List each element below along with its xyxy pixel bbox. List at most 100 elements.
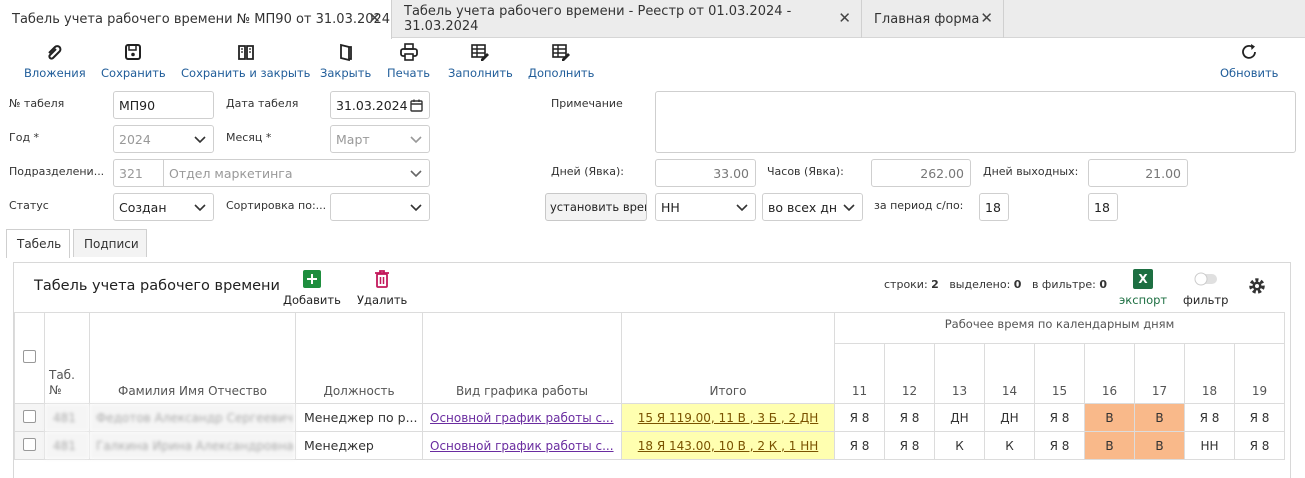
sort-select[interactable] [330,193,430,221]
schedule-cell: Основной график работы с... [422,431,622,460]
save-button[interactable]: Сохранить [101,42,166,80]
table-row[interactable]: 481 Галкина Ирина Александровна Менеджер Ос… [14,431,1285,460]
tab-signatures[interactable]: Подписи [73,229,147,257]
number-label: № табеля [9,97,65,110]
note-field[interactable] [655,91,1296,153]
col-header-day[interactable]: 14 [984,343,1035,404]
number-field[interactable]: МП90 [113,91,214,119]
tab-main-form[interactable]: Главная форма ✕ [862,0,1004,38]
day-cell[interactable]: Я 8 [884,403,935,432]
number-value: МП90 [119,97,156,113]
export-button[interactable]: X экспорт [1119,269,1167,307]
col-header-day[interactable]: 16 [1084,343,1135,404]
toolbar: Вложения Сохранить Сохранить и закрыть З… [0,38,1305,86]
total-link[interactable]: 18 Я 143.00, 10 В , 2 К , 1 НН [638,439,819,453]
close-button[interactable]: Закрыть [320,42,371,80]
day-cell[interactable]: НН [1184,431,1235,460]
col-header-total[interactable]: Итого [621,312,835,404]
daysoff-field[interactable]: 21.00 [1088,159,1188,187]
tab-label: Главная форма [874,11,980,27]
scope-value: во всех днях [768,199,838,215]
day-cell[interactable]: В [1084,403,1135,432]
table-row[interactable]: 481 Федотов Александр Сергеевич Менеджер п… [14,403,1285,432]
calendar-icon[interactable] [410,99,423,112]
tab-timesheet-grid[interactable]: Табель [6,229,70,258]
close-tab-icon[interactable]: ✕ [838,11,851,26]
col-header-tab[interactable]: Таб. № [44,312,90,404]
col-header-day[interactable]: 12 [884,343,935,404]
status-value: Создан [119,199,167,215]
period-to-field[interactable]: 18 [1088,193,1118,221]
period-from-field[interactable]: 18 [979,193,1009,221]
close-tab-icon[interactable]: ✕ [980,11,993,26]
row-checkbox[interactable] [23,437,36,451]
day-cell[interactable]: ДН [934,403,985,432]
col-header-day[interactable]: 18 [1184,343,1235,404]
dept-code-field[interactable]: 321 [113,159,164,187]
hours-field[interactable]: 262.00 [871,159,971,187]
row-checkbox[interactable] [23,409,36,423]
day-cell[interactable]: Я 8 [1234,403,1285,432]
tab-registry[interactable]: Табель учета рабочего времени - Реестр о… [392,0,862,38]
row-select-cell [14,431,45,460]
col-header-position[interactable]: Должность [295,312,423,404]
period-label: за период с/по: [874,199,964,212]
col-schedule-label: Вид графика работы [455,384,589,398]
day-cell[interactable]: Я 8 [1034,403,1085,432]
filter-toggle[interactable]: фильтр [1183,269,1228,307]
refresh-button[interactable]: Обновить [1220,42,1278,80]
month-select[interactable]: Март [330,125,430,153]
day-cell[interactable]: К [984,431,1035,460]
month-value: Март [336,131,370,147]
day-cell[interactable]: Я 8 [1234,431,1285,460]
day-cell[interactable]: К [934,431,985,460]
col-header-day[interactable]: 11 [834,343,885,404]
code-select[interactable]: НН [655,193,756,221]
day-cell[interactable]: Я 8 [834,403,885,432]
gear-icon[interactable] [1247,276,1267,296]
col-header-day[interactable]: 17 [1134,343,1185,404]
hours-value: 262.00 [920,165,964,181]
date-field[interactable]: 31.03.2024 [330,91,430,119]
col-tab-label: Таб. № [49,368,75,397]
timesheet-grid: Таб. № Фамилия Имя Отчество Должность Ви… [14,312,1285,460]
schedule-link[interactable]: Основной график работы с... [430,439,614,453]
set-time-button[interactable]: установить время [545,193,647,221]
save-close-button[interactable]: Сохранить и закрыть [181,42,310,80]
append-button[interactable]: Дополнить [528,42,594,80]
period-from: 18 [985,199,1001,215]
print-button[interactable]: Печать [387,42,430,80]
close-tab-icon[interactable]: ✕ [368,11,381,26]
dept-select[interactable]: Отдел маркетинга [163,159,430,187]
days-value: 33.00 [713,165,749,181]
col-header-name[interactable]: Фамилия Имя Отчество [89,312,296,404]
rows-label: строки: [884,278,928,291]
day-cell[interactable]: Я 8 [884,431,935,460]
day-cell[interactable]: В [1134,403,1185,432]
attachments-button[interactable]: Вложения [24,42,86,80]
delete-button[interactable]: Удалить [357,269,407,307]
col-header-schedule[interactable]: Вид графика работы [422,312,622,404]
panel-title: Табель учета рабочего времени [34,278,280,294]
total-link[interactable]: 15 Я 119.00, 11 В , 3 Б , 2 ДН [638,411,819,425]
day-cell[interactable]: ДН [984,403,1035,432]
floppy-icon [125,44,142,60]
col-header-day[interactable]: 15 [1034,343,1085,404]
col-header-day[interactable]: 13 [934,343,985,404]
year-select[interactable]: 2024 [113,125,214,153]
col-header-day[interactable]: 19 [1234,343,1285,404]
status-select[interactable]: Создан [113,193,214,221]
fill-button[interactable]: Заполнить [448,42,513,80]
scope-select[interactable]: во всех днях [762,193,863,221]
day-cell[interactable]: В [1084,431,1135,460]
select-all-checkbox[interactable] [23,350,36,363]
schedule-link[interactable]: Основной график работы с... [430,411,614,425]
day-cell[interactable]: Я 8 [1184,403,1235,432]
day-cell[interactable]: В [1134,431,1185,460]
add-button[interactable]: Добавить [283,269,341,307]
code-value: НН [661,199,680,215]
tab-timesheet[interactable]: Табель учета рабочего времени № МП90 от … [0,0,392,39]
days-field[interactable]: 33.00 [655,159,756,187]
day-cell[interactable]: Я 8 [834,431,885,460]
day-cell[interactable]: Я 8 [1034,431,1085,460]
